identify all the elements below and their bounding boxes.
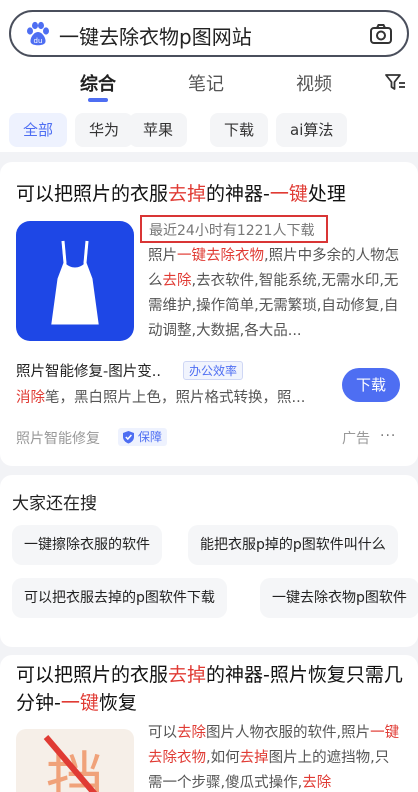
tab-notes[interactable]: 笔记	[188, 70, 224, 96]
header-area: du 一键去除衣物p图网站 综合 笔记 视频 全部 华为 苹果 下载 ai算法	[0, 0, 418, 152]
related-item[interactable]: 一键去除衣物p图软件	[260, 578, 418, 618]
chip-download[interactable]: 下载	[210, 113, 269, 147]
svg-text:du: du	[34, 37, 43, 45]
related-searches: 大家还在搜 一键擦除衣服的软件 能把衣服p掉的p图软件叫什么 可以把衣服去掉的p…	[0, 475, 418, 647]
chip-apple[interactable]: 苹果	[129, 113, 188, 147]
chip-huawei[interactable]: 华为	[75, 113, 134, 147]
related-item[interactable]: 可以把衣服去掉的p图软件下载	[12, 578, 227, 618]
category-badge: 办公效率	[183, 361, 244, 380]
search-input[interactable]: 一键去除衣物p图网站	[59, 21, 252, 50]
source-name[interactable]: 照片智能修复	[16, 428, 100, 448]
filter-icon[interactable]	[384, 72, 406, 92]
active-tab-indicator	[88, 98, 108, 102]
result-title[interactable]: 可以把照片的衣服去掉的神器-一键处理	[16, 180, 346, 208]
more-options-icon[interactable]: ···	[380, 428, 396, 444]
guarantee-badge[interactable]: 保障	[118, 428, 168, 446]
guarantee-label: 保障	[138, 430, 163, 444]
tab-videos[interactable]: 视频	[296, 70, 332, 96]
result-card-app[interactable]: 可以把照片的衣服去掉的神器-一键处理 最近24小时有1221人下载 照片一键去除…	[0, 162, 418, 466]
filter-chips: 全部 华为 苹果 下载 ai算法	[0, 113, 418, 149]
result-description: 可以去除图片人物衣服的软件,照片一键去除衣物,如何去掉图片上的遮挡物,只需一个步…	[148, 725, 400, 791]
shield-check-icon	[123, 431, 134, 444]
result-title[interactable]: 可以把照片的衣服去掉的神器-照片恢复只需几分钟-一键恢复	[16, 661, 406, 717]
search-bar[interactable]: du 一键去除衣物p图网站	[9, 10, 409, 57]
download-stat-tag: 最近24小时有1221人下载	[140, 215, 328, 243]
app-name[interactable]: 照片智能修复-图片变..	[16, 360, 161, 381]
download-button[interactable]: 下载	[342, 368, 400, 402]
camera-icon[interactable]	[369, 22, 393, 46]
ad-label: 广告	[342, 431, 370, 447]
result-tabs: 综合 笔记 视频	[0, 66, 418, 106]
thumbnail-image: 挡	[43, 735, 104, 792]
result-thumbnail[interactable]: 挡	[16, 729, 134, 792]
baidu-paw-logo-icon[interactable]: du	[25, 21, 51, 47]
app-sub-description: 消除笔，黑白照片上色，照片格式转换，照...	[16, 390, 306, 406]
chip-all[interactable]: 全部	[9, 113, 68, 147]
tab-all[interactable]: 综合	[80, 70, 116, 96]
related-item[interactable]: 一键擦除衣服的软件	[12, 525, 162, 565]
app-icon[interactable]	[16, 221, 134, 341]
related-item[interactable]: 能把衣服p掉的p图软件叫什么	[188, 525, 398, 565]
related-searches-title: 大家还在搜	[12, 494, 97, 514]
download-stat-text: 最近24小时有1221人下载	[149, 223, 315, 239]
result-description: 照片一键去除衣物,照片中多余的人物怎么去除,去衣软件,智能系统,无需水印,无需维…	[148, 248, 400, 339]
chip-ai-algorithm[interactable]: ai算法	[276, 113, 348, 147]
dress-icon	[51, 240, 99, 325]
result-card-article[interactable]: 可以把照片的衣服去掉的神器-照片恢复只需几分钟-一键恢复 挡 可以去除图片人物衣…	[0, 655, 418, 792]
